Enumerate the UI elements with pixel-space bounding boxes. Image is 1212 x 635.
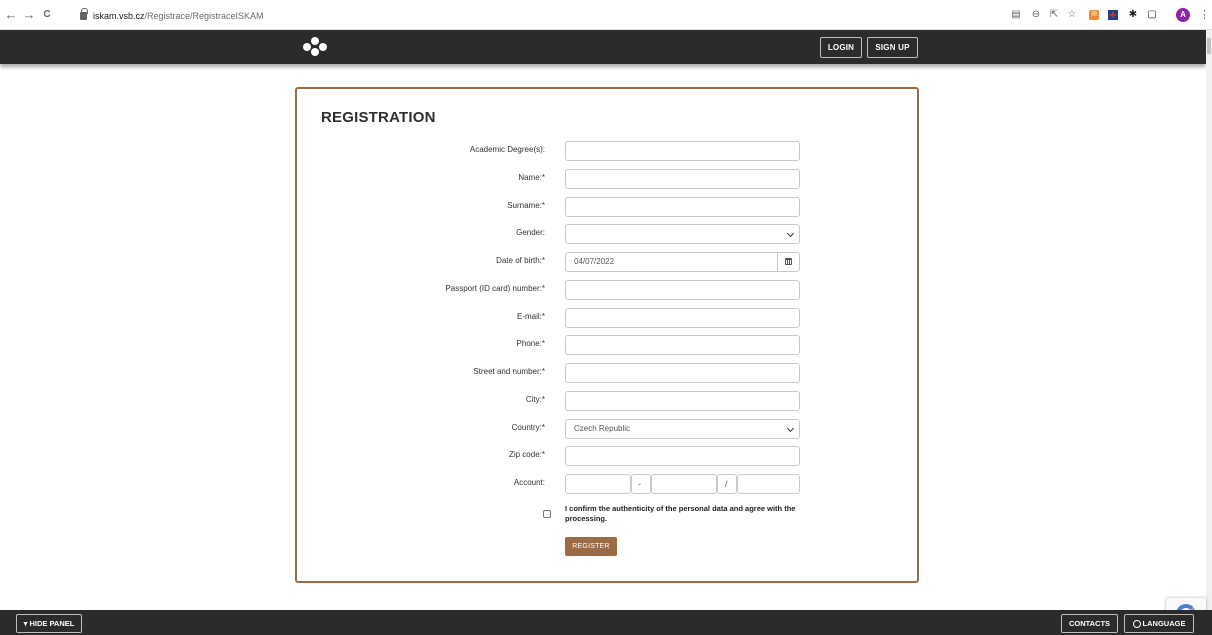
logo-icon[interactable] [300, 37, 330, 57]
degree-label: Academic Degree(s): [469, 145, 545, 154]
share-icon[interactable]: ⇱ [1049, 10, 1059, 20]
form-row-account: Account: - / [297, 474, 917, 494]
country-value: Czech Republic [574, 424, 631, 433]
bank-code-input[interactable] [737, 474, 800, 494]
zip-label: Zip code:* [508, 450, 545, 459]
dob-label: Date of birth:* [496, 256, 545, 265]
language-button[interactable]: LANGUAGE [1124, 614, 1194, 633]
form-row-phone: Phone:* [297, 335, 917, 355]
email-label: E-mail:* [516, 312, 545, 321]
back-arrow-icon[interactable]: ← [4, 8, 18, 22]
city-input[interactable] [565, 391, 800, 411]
account-separator-box: - [631, 474, 651, 494]
dob-input[interactable]: 04/07/2022 [565, 252, 800, 272]
form-row-street: Street and number:* [297, 363, 917, 383]
registration-card: REGISTRATION Academic Degree(s): Name:* … [295, 87, 919, 583]
browser-toolbar: ← → C iskam.vsb.cz/Registrace/Registrace… [0, 0, 1212, 30]
name-input[interactable] [565, 169, 800, 189]
phone-input[interactable] [565, 335, 800, 355]
form-row-zip: Zip code:* [297, 446, 917, 466]
signup-button[interactable]: SIGN UP [867, 37, 918, 58]
form-row-country: Country:* Czech Republic [297, 419, 917, 439]
form-row-email: E-mail:* [297, 308, 917, 328]
hide-panel-button[interactable]: ▾ HIDE PANEL [16, 614, 82, 633]
chevron-down-icon [786, 424, 795, 433]
chevron-down-icon [786, 229, 795, 238]
contacts-button[interactable]: CONTACTS [1061, 614, 1118, 633]
surname-label: Surname:* [507, 201, 545, 210]
reload-icon[interactable]: C [40, 8, 54, 22]
phone-label: Phone:* [516, 339, 545, 348]
login-button[interactable]: LOGIN [820, 37, 862, 58]
form-row-degree: Academic Degree(s): [297, 141, 917, 161]
name-label: Name:* [518, 173, 545, 182]
calendar-icon [785, 258, 792, 265]
site-header: LOGIN SIGN UP [0, 30, 1206, 64]
street-input[interactable] [565, 363, 800, 383]
account-number-input[interactable] [651, 474, 717, 494]
account-slash: / [725, 479, 728, 489]
forward-arrow-icon[interactable]: → [22, 8, 36, 22]
dob-value: 04/07/2022 [574, 257, 615, 266]
profile-avatar[interactable]: A [1176, 8, 1190, 22]
form-row-dob: Date of birth:* 04/07/2022 [297, 252, 917, 272]
url-path: /Registrace/RegistraceISKAM [144, 11, 264, 21]
bookmark-star-icon[interactable]: ☆ [1067, 10, 1077, 20]
uk-flag-icon[interactable]: ✚ [1108, 10, 1118, 20]
side-panel-icon[interactable]: ▢ [1147, 10, 1157, 20]
country-label: Country:* [511, 423, 545, 432]
city-label: City:* [525, 395, 545, 404]
globe-icon [1132, 619, 1141, 628]
surname-input[interactable] [565, 197, 800, 217]
account-label: Account: [513, 478, 545, 487]
language-label: LANGUAGE [1142, 619, 1186, 628]
passport-input[interactable] [565, 280, 800, 300]
form-row-passport: Passport (ID card) number:* [297, 280, 917, 300]
account-slash-box: / [717, 474, 737, 494]
form-row-surname: Surname:* [297, 197, 917, 217]
street-label: Street and number:* [473, 367, 545, 376]
gender-label: Gender: [516, 228, 545, 237]
extensions-puzzle-icon[interactable]: ✱ [1128, 10, 1138, 20]
lock-icon [80, 8, 88, 20]
scrollbar-thumb[interactable] [1207, 38, 1211, 54]
address-bar[interactable]: iskam.vsb.cz/Registrace/RegistraceISKAM [80, 8, 264, 22]
translate-icon[interactable]: ▤ [1011, 10, 1021, 20]
browser-menu-icon[interactable]: ⋮ [1199, 8, 1210, 21]
zoom-icon[interactable]: ⊖ [1031, 10, 1041, 20]
passport-label: Passport (ID card) number:* [445, 284, 545, 293]
calendar-button[interactable] [777, 253, 799, 271]
zip-input[interactable] [565, 446, 800, 466]
country-select[interactable]: Czech Republic [565, 419, 800, 439]
page-title: REGISTRATION [321, 109, 436, 126]
degree-input[interactable] [565, 141, 800, 161]
gender-select[interactable] [565, 224, 800, 244]
form-row-gender: Gender: [297, 224, 917, 244]
account-prefix-input[interactable] [565, 474, 631, 494]
confirm-checkbox[interactable] [543, 510, 551, 518]
form-row-city: City:* [297, 391, 917, 411]
email-input[interactable] [565, 308, 800, 328]
confirm-text: I confirm the authenticity of the person… [565, 504, 796, 523]
mail-extension-icon[interactable]: ✉ [1089, 10, 1099, 20]
url-host: iskam.vsb.cz [93, 11, 145, 21]
page-scrollbar[interactable] [1206, 30, 1212, 610]
form-row-name: Name:* [297, 169, 917, 189]
account-dash: - [638, 479, 641, 489]
bottom-panel: ▾ HIDE PANEL CONTACTS LANGUAGE [0, 610, 1212, 635]
register-button[interactable]: REGISTER [565, 537, 617, 556]
